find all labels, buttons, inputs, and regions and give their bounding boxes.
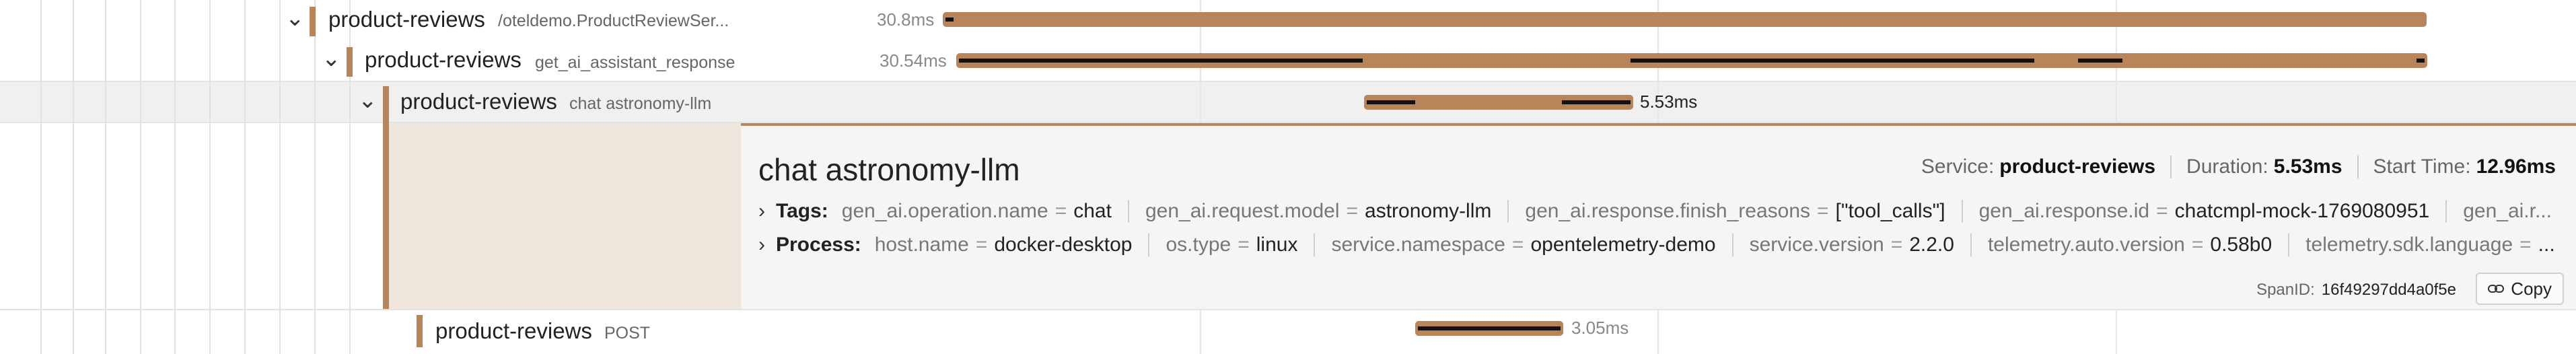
tag-item: gen_ai.request.model = astronomy-llm [1145,200,1525,223]
child-span-marker [1367,100,1415,104]
detail-meta: Service: product-reviews Duration: 5.53m… [1921,155,2556,178]
span-id: SpanID: 16f49297dd4a0f5e [2256,281,2456,299]
child-span-marker [1562,100,1631,104]
process-toggle[interactable]: Process: [776,234,861,256]
span-duration: 5.53ms [1640,92,1698,112]
span-row-selected[interactable]: ⌄ product-reviews chat astronomy-llm [0,81,741,123]
process-row[interactable]: › Process: host.name = docker-desktop os.t… [758,234,2555,256]
operation-name[interactable]: get_ai_assistant_response [535,53,735,73]
span-duration: 30.54ms [880,50,947,71]
child-span-marker [1631,59,2034,63]
chevron-down-icon[interactable]: ⌄ [285,7,305,30]
span-row[interactable]: ⌄ product-reviews /oteldemo.ProductRevie… [0,0,741,40]
process-item: host.name = docker-desktop [875,234,1166,256]
operation-name[interactable]: POST [604,324,650,343]
child-span-marker [2078,59,2122,63]
service-label: Service: [1921,155,1995,178]
tag-item: gen_ai.response.id = chatcmpl-mock-1769080… [1979,200,2464,223]
child-span-marker [945,17,954,22]
tag-item-truncated: gen_ai.r... [2463,200,2552,222]
meta-separator [2357,155,2359,178]
service-color-bar [383,86,389,123]
tag-item: gen_ai.response.finish_reasons = ["tool_ca… [1525,200,1978,223]
tags-row[interactable]: › Tags: gen_ai.operation.name = chat gen_a… [758,200,2552,223]
child-span-marker [1418,326,1561,330]
chevron-right-icon[interactable]: › [758,234,765,256]
span-duration: 30.8ms [877,9,935,30]
span-detail-panel: chat astronomy-llm Service: product-revi… [741,123,2576,309]
process-item: os.type = linux [1166,234,1331,256]
child-span-marker [959,59,1363,63]
span-id-value: 16f49297dd4a0f5e [2321,281,2456,299]
detail-accent-bar [383,123,389,309]
tags-toggle[interactable]: Tags: [776,200,828,223]
detail-title: chat astronomy-llm [758,152,1020,187]
service-color-bar [310,7,316,36]
meta-separator [2170,155,2172,178]
chevron-right-icon[interactable]: › [758,200,765,223]
operation-name[interactable]: /oteldemo.ProductReviewSer... [498,11,729,31]
process-item: telemetry.auto.version = 0.58b0 [1988,234,2305,256]
span-row[interactable]: ⌄ product-reviews get_ai_assistant_respo… [0,40,741,81]
service-name[interactable]: product-reviews [328,7,485,32]
process-item: service.namespace = opentelemetry-demo [1331,234,1749,256]
child-span-marker [2417,59,2425,63]
duration-label: Duration: [2186,155,2268,178]
span-id-label: SpanID: [2256,281,2315,299]
start-time-value: 12.96ms [2476,155,2556,178]
service-name[interactable]: product-reviews [400,89,557,114]
start-time-label: Start Time: [2373,155,2471,178]
service-color-bar [347,47,353,77]
detail-indent [0,123,741,309]
duration-value: 5.53ms [2273,155,2342,178]
span-duration: 3.05ms [1571,318,1629,338]
chevron-down-icon[interactable]: ⌄ [322,47,341,70]
process-item-truncated: telemetry.sdk.language =... [2305,234,2555,256]
link-icon [2488,285,2505,293]
service-color-bar [417,315,423,347]
service-name[interactable]: product-reviews [365,47,522,73]
detail-tint [383,123,741,309]
process-item: service.version = 2.2.0 [1750,234,1988,256]
copy-span-id-button[interactable]: Copy [2476,273,2564,305]
copy-label[interactable]: Copy [2511,279,2552,299]
span-bar[interactable] [943,12,2427,27]
tag-item: gen_ai.operation.name = chat [842,200,1145,223]
span-row[interactable]: product-reviews POST [0,309,741,354]
chevron-down-icon[interactable]: ⌄ [358,89,378,112]
service-value: product-reviews [1999,155,2156,178]
operation-name[interactable]: chat astronomy-llm [569,94,711,114]
service-name[interactable]: product-reviews [435,318,592,344]
